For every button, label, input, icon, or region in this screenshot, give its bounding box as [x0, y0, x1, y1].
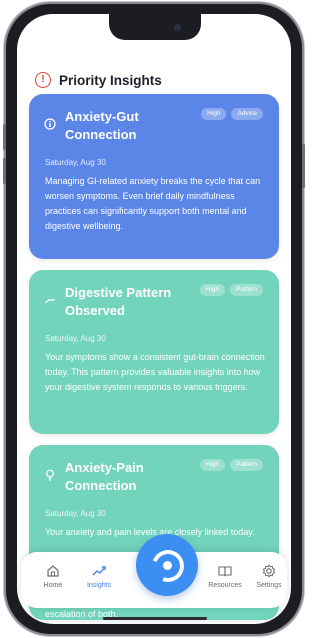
volume-down-button — [3, 158, 6, 184]
card-body: Your symptoms show a consistent gut-brai… — [45, 352, 265, 392]
card-title: Digestive Pattern Observed — [65, 285, 172, 318]
card-title: Anxiety-Pain Connection — [65, 460, 144, 493]
type-badge: Advice — [231, 108, 263, 120]
power-button — [302, 144, 305, 188]
priority-badge: High — [199, 284, 226, 296]
nav-label-resources: Resources — [208, 582, 242, 589]
trend-icon — [44, 294, 56, 306]
nav-item-resources[interactable]: Resources — [203, 564, 247, 589]
home-indicator[interactable] — [103, 617, 207, 620]
gear-icon — [247, 564, 291, 578]
page-title: Priority Insights — [59, 72, 162, 88]
lightbulb-icon — [44, 469, 56, 481]
book-icon — [203, 564, 247, 578]
type-badge: Pattern — [230, 459, 263, 471]
sync-icon-dot — [163, 561, 172, 570]
card-body: Managing GI-related anxiety breaks the c… — [45, 176, 261, 231]
priority-badge: High — [201, 108, 227, 120]
badge-group: High Advice — [201, 108, 263, 120]
trend-icon — [77, 564, 121, 578]
nav-label-settings: Settings — [256, 582, 282, 589]
nav-label-insights: Insights — [86, 582, 112, 589]
nav-item-insights[interactable]: Insights — [77, 564, 121, 589]
card-date: Saturday, Aug 30 — [45, 158, 106, 167]
nav-item-home[interactable]: Home — [31, 564, 75, 589]
info-icon — [44, 118, 56, 130]
insight-card-anxiety-gut[interactable]: Anxiety-Gut Connection High Advice Satur… — [29, 94, 279, 259]
app-screen: ! Priority Insights Anxiety-Gut Connecti… — [17, 14, 291, 624]
nav-item-settings[interactable]: Settings — [247, 564, 291, 589]
card-title: Anxiety-Gut Connection — [65, 109, 139, 142]
nav-label-home: Home — [43, 582, 63, 589]
badge-group: High Pattern — [199, 459, 263, 471]
insight-card-digestive-pattern[interactable]: Digestive Pattern Observed High Pattern … — [29, 270, 279, 434]
priority-badge: High — [199, 459, 226, 471]
card-date: Saturday, Aug 30 — [45, 334, 106, 343]
card-date: Saturday, Aug 30 — [45, 509, 106, 518]
volume-up-button — [3, 124, 6, 150]
type-badge: Pattern — [230, 284, 263, 296]
center-action-button[interactable] — [136, 534, 198, 596]
phone-frame: ! Priority Insights Anxiety-Gut Connecti… — [3, 4, 305, 634]
notch — [109, 14, 201, 40]
camera — [174, 24, 181, 31]
home-icon — [31, 564, 75, 578]
badge-group: High Pattern — [199, 284, 263, 296]
section-header: ! Priority Insights — [35, 72, 162, 88]
alert-icon: ! — [35, 72, 51, 88]
